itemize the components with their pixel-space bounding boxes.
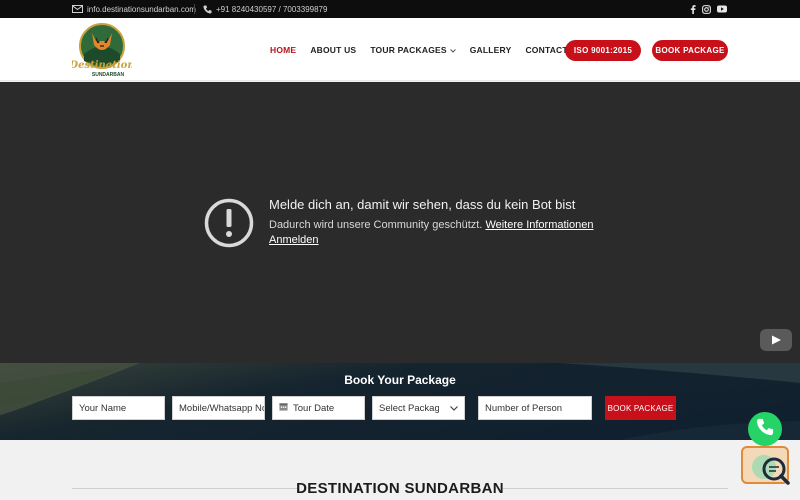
mobile-input[interactable]: Mobile/Whatsapp No xyxy=(172,396,265,420)
booking-heading: Book Your Package xyxy=(344,373,456,387)
calendar-icon xyxy=(279,402,288,414)
alert-icon xyxy=(204,198,254,253)
intro-section: DESTINATION SUNDARBAN xyxy=(0,440,800,500)
logo-text-bottom: SUNDARBAN xyxy=(92,72,125,78)
chevron-down-icon xyxy=(450,403,458,414)
facebook-icon[interactable] xyxy=(690,4,696,14)
email-text: info.destinationsundarban.com xyxy=(87,4,196,14)
name-input[interactable]: Your Name xyxy=(72,396,165,420)
youtube-icon[interactable] xyxy=(717,5,727,13)
header-book-package-button[interactable]: BOOK PACKAGE xyxy=(652,40,728,61)
site-logo[interactable]: Destination SUNDARBAN xyxy=(68,21,135,79)
whatsapp-button[interactable] xyxy=(748,412,782,446)
instagram-icon[interactable] xyxy=(702,4,711,14)
youtube-logo-icon[interactable] xyxy=(760,329,792,351)
social-links xyxy=(690,0,727,18)
nav-about-us[interactable]: ABOUT US xyxy=(310,45,356,55)
package-select[interactable]: Select Package xyxy=(372,396,465,420)
video-signin-title: Melde dich an, damit wir sehen, dass du … xyxy=(269,197,576,212)
tour-date-placeholder: Tour Date xyxy=(293,402,335,414)
section-title: DESTINATION SUNDARBAN xyxy=(296,480,504,497)
nav-gallery[interactable]: GALLERY xyxy=(470,45,512,55)
top-bar: info.destinationsundarban.com +91 824043… xyxy=(0,0,800,18)
mail-icon xyxy=(72,5,83,13)
video-signin-subtitle: Dadurch wird unsere Community geschützt.… xyxy=(269,219,593,231)
more-info-link[interactable]: Weitere Informationen xyxy=(485,219,593,231)
book-package-submit-button[interactable]: BOOK PACKAGE xyxy=(605,396,676,420)
nav-gallery-label: GALLERY xyxy=(469,44,512,55)
phone-text: +91 8240430597 / 7003399879 xyxy=(216,4,328,14)
iso-badge-button[interactable]: ISO 9001:2015 xyxy=(565,40,641,61)
nav-home[interactable]: HOME xyxy=(270,45,296,55)
persons-input[interactable]: Number of Person xyxy=(478,396,592,420)
email-contact[interactable]: info.destinationsundarban.com xyxy=(72,0,196,18)
chevron-down-icon xyxy=(449,45,456,55)
logo-text-top: Destination xyxy=(72,60,132,71)
phone-icon xyxy=(203,4,212,14)
package-select-value: Select Package xyxy=(379,402,439,414)
topbar-divider xyxy=(194,4,195,14)
chat-widget-button[interactable] xyxy=(740,445,792,487)
nav-tour-packages[interactable]: TOUR PACKAGES xyxy=(370,44,456,55)
booking-form-section: Book Your Package Your Name Mobile/Whats… xyxy=(0,363,800,440)
nav-home-label: HOME xyxy=(270,44,297,55)
tour-date-input[interactable]: Tour Date xyxy=(272,396,365,420)
nav-tour-packages-label: TOUR PACKAGES xyxy=(370,44,447,55)
video-subtitle-text: Dadurch wird unsere Community geschützt. xyxy=(269,219,483,231)
phone-icon xyxy=(756,418,774,441)
chat-search-icon xyxy=(741,446,790,485)
site-header: Destination SUNDARBAN HOME ABOUT US TOUR… xyxy=(0,18,800,81)
phone-contact[interactable]: +91 8240430597 / 7003399879 xyxy=(203,0,327,18)
nav-about-us-label: ABOUT US xyxy=(310,44,357,55)
signin-link[interactable]: Anmelden xyxy=(269,234,319,246)
embedded-video[interactable]: Melde dich an, damit wir sehen, dass du … xyxy=(0,82,800,363)
main-nav: HOME ABOUT US TOUR PACKAGES GALLERY CONT… xyxy=(270,18,608,81)
